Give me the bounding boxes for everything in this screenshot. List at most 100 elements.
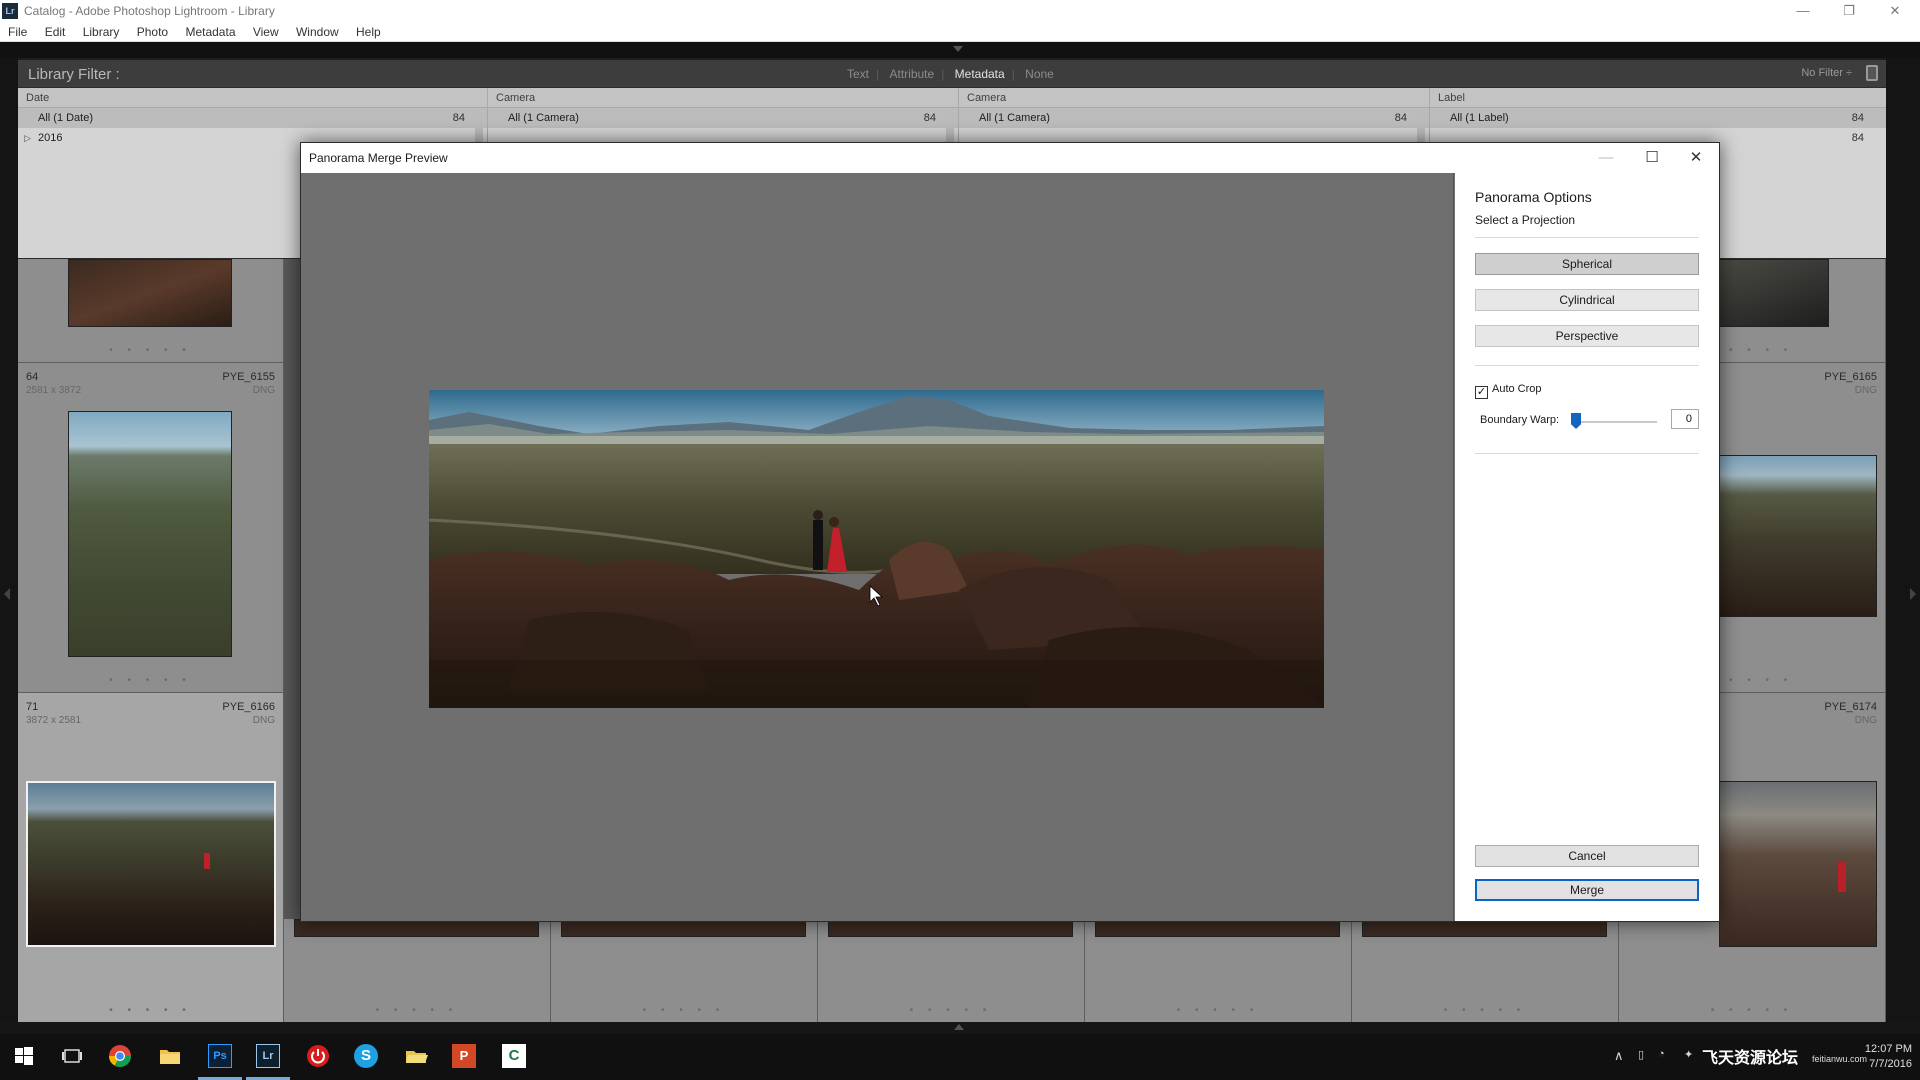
grid-cell[interactable]: • • • • • [551,919,818,1023]
dialog-title: Panorama Merge Preview [309,151,448,165]
photo-thumbnail[interactable] [1719,259,1829,327]
cylindrical-button[interactable]: Cylindrical [1475,289,1699,311]
right-panel-toggle[interactable] [1886,58,1920,1022]
filter-metadata[interactable]: Metadata [955,67,1005,81]
grid-cell[interactable]: • • • • • [1352,919,1619,1023]
panorama-preview-area [301,173,1454,921]
photo-thumbnail[interactable] [1719,781,1877,947]
minimize-button[interactable]: — [1780,0,1826,22]
camtasia-icon[interactable]: C [502,1044,526,1068]
panorama-options-panel: Panorama Options Select a Projection Sph… [1455,173,1719,921]
windows-taskbar: Ps Lr S P C ∧ ▯ ◔ ✦ 飞天资源论坛 feitianwu.com… [0,1034,1920,1080]
boundary-warp-value-field[interactable]: 0 [1671,409,1699,429]
divider [1475,453,1699,454]
column-header[interactable]: Camera [959,88,1429,108]
network-icon[interactable]: ◔ [1658,1048,1665,1060]
menu-view[interactable]: View [246,22,286,42]
spherical-button[interactable]: Spherical [1475,253,1699,275]
grid-cell[interactable]: • • • • • [284,919,551,1023]
restore-button[interactable]: ❐ [1826,0,1872,22]
grid-cell[interactable]: • • • • • [818,919,1085,1023]
list-item[interactable]: All (1 Label) 84 [1430,108,1886,128]
lightroom-app-icon: Lr [2,3,18,19]
expand-filmstrip-icon [954,1024,964,1030]
library-filter-bar: Library Filter : Text | Attribute | Metada… [18,60,1886,88]
dialog-title-bar: Panorama Merge Preview — ☐ ✕ [301,143,1719,173]
close-button[interactable]: ✕ [1872,0,1918,22]
menu-bar: File Edit Library Photo Metadata View Wi… [0,22,1920,42]
panorama-options-title: Panorama Options [1475,189,1592,205]
window-title: Catalog - Adobe Photoshop Lightroom - Li… [24,4,275,18]
menu-edit[interactable]: Edit [38,22,73,42]
clock-date: 7/7/2016 [1869,1058,1912,1070]
projection-label: Select a Projection [1475,213,1576,227]
filter-attribute[interactable]: Attribute [889,67,934,81]
battery-icon[interactable]: ▯ [1638,1048,1644,1061]
library-filter-label: Library Filter : [28,66,120,83]
divider [1475,237,1699,238]
menu-file[interactable]: File [0,22,34,42]
dialog-close-button[interactable]: ✕ [1673,143,1719,173]
photo-thumbnail-selected[interactable] [26,781,276,947]
grid-cell[interactable]: 71 3872 x 2581 PYE_6166 DNG • • • • • [18,693,284,1023]
photoshop-icon[interactable]: Ps [208,1044,232,1068]
expand-triangle-icon[interactable]: ▷ [24,128,31,148]
folder-icon[interactable] [404,1044,428,1068]
menu-library[interactable]: Library [76,22,127,42]
lightroom-icon[interactable]: Lr [256,1044,280,1068]
checkmark-icon[interactable]: ✓ [1475,386,1488,399]
task-view-icon[interactable] [60,1044,84,1068]
grid-cell[interactable]: • • • • • [1085,919,1352,1023]
collapse-top-icon [953,46,963,52]
filter-text[interactable]: Text [847,67,869,81]
cancel-button[interactable]: Cancel [1475,845,1699,867]
clock-time: 12:07 PM [1864,1043,1912,1055]
dialog-minimize-button[interactable]: — [1583,143,1629,173]
list-item[interactable]: All (1 Date) 84 [18,108,487,128]
column-header[interactable]: Label [1430,88,1886,108]
filmstrip-toggle[interactable] [0,1022,1920,1034]
auto-crop-checkbox[interactable]: ✓ Auto Crop [1475,383,1542,399]
column-header[interactable]: Camera [488,88,958,108]
system-clock[interactable]: 12:07 PM 7/7/2016 [1865,1042,1912,1072]
windows-start-icon[interactable] [12,1044,36,1068]
library-filter-options: Text | Attribute | Metadata | None [847,67,1054,81]
skype-icon[interactable]: S [354,1044,378,1068]
boundary-warp-label: Boundary Warp: [1480,414,1560,426]
column-header[interactable]: Date [18,88,487,108]
powerpoint-icon[interactable]: P [452,1044,476,1068]
top-panel-toggle[interactable] [0,42,1920,58]
dropbox-icon[interactable]: ✦ [1684,1048,1693,1061]
grid-cell[interactable]: 64 2581 x 3872 PYE_6155 DNG • • • • • [18,363,284,693]
watermark-url: feitianwu.com [1812,1054,1868,1064]
power-app-icon[interactable] [306,1044,330,1068]
grid-cell[interactable]: • • • • • [18,259,284,363]
menu-window[interactable]: Window [289,22,346,42]
expand-left-icon [4,588,10,600]
dialog-maximize-button[interactable]: ☐ [1629,143,1675,173]
watermark-text: 飞天资源论坛 [1702,1050,1799,1067]
menu-photo[interactable]: Photo [130,22,175,42]
chrome-icon[interactable] [108,1044,132,1068]
left-panel-toggle[interactable] [0,58,18,1022]
photo-thumbnail[interactable] [68,411,232,657]
lock-icon[interactable] [1866,65,1878,81]
boundary-warp-slider-thumb[interactable] [1571,413,1581,429]
menu-help[interactable]: Help [349,22,388,42]
list-item[interactable]: All (1 Camera) 84 [488,108,958,128]
show-hidden-icons[interactable]: ∧ [1614,1048,1624,1064]
panorama-merge-dialog: Panorama Merge Preview — ☐ ✕ Panorama Op… [300,142,1720,922]
filter-preset-select[interactable]: No Filter ÷ [1801,67,1852,79]
list-item[interactable]: All (1 Camera) 84 [959,108,1429,128]
expand-right-icon [1910,588,1916,600]
merge-button[interactable]: Merge [1475,879,1699,901]
photo-thumbnail[interactable] [68,259,232,327]
panorama-image [429,390,1324,708]
boundary-warp-slider-track[interactable] [1575,421,1657,423]
perspective-button[interactable]: Perspective [1475,325,1699,347]
photo-thumbnail[interactable] [1719,455,1877,617]
file-explorer-icon[interactable] [158,1044,182,1068]
divider [1475,365,1699,366]
menu-metadata[interactable]: Metadata [178,22,242,42]
filter-none[interactable]: None [1025,67,1054,81]
